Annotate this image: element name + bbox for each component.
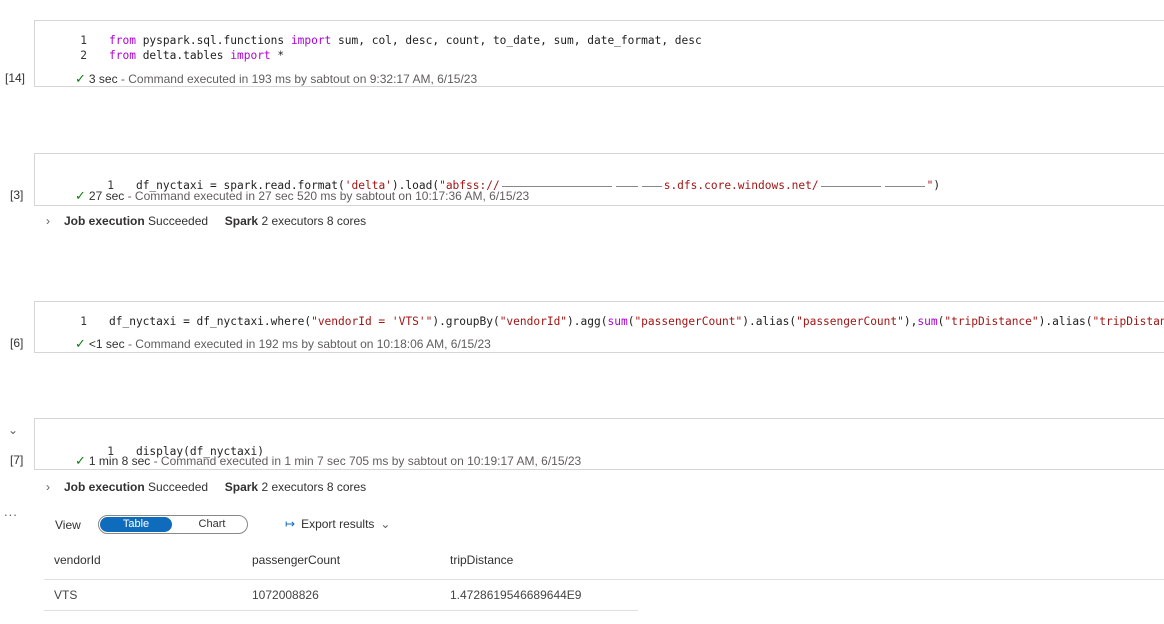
code-token: ),: [903, 315, 918, 328]
execution-count: [14]: [5, 71, 26, 85]
redacted-text: [641, 185, 662, 187]
check-icon: ✓: [75, 188, 86, 203]
cell-status: ✓ 1 min 8 sec - Command executed in 1 min…: [75, 453, 582, 468]
code-cell-3[interactable]: 1 df_nyctaxi = df_nyctaxi.where("vendorId…: [34, 301, 1164, 353]
export-arrow-icon: ↦: [285, 517, 296, 531]
job-execution-row[interactable]: › Job execution Succeeded Spark 2 executo…: [46, 214, 366, 228]
execution-count: [3]: [10, 188, 24, 202]
table-row-divider: [44, 610, 638, 611]
code-token: ).groupBy(: [432, 315, 500, 328]
code-token: ).alias(: [1038, 315, 1093, 328]
code-line[interactable]: 1 df_nyctaxi = df_nyctaxi.where("vendorId…: [73, 315, 1164, 330]
execution-count: [7]: [10, 453, 24, 467]
toggle-chart-button[interactable]: Chart: [179, 517, 245, 532]
table-cell: 1072008826: [252, 588, 319, 602]
chevron-down-icon: ⌄: [380, 517, 391, 531]
redacted-text: [884, 185, 925, 187]
view-toggle[interactable]: Table Chart: [98, 515, 248, 534]
column-header-passengerCount[interactable]: passengerCount: [252, 553, 340, 567]
code-token: import: [290, 34, 339, 47]
column-header-tripDistance[interactable]: tripDistance: [450, 553, 513, 567]
code-token: "passengerCount": [634, 315, 743, 328]
chevron-right-icon[interactable]: ›: [46, 214, 60, 228]
column-header-vendorId[interactable]: vendorId: [54, 553, 101, 567]
redacted-text: [615, 185, 638, 187]
code-token: "vendorId": [499, 315, 568, 328]
code-token: "tripDistance": [944, 315, 1039, 328]
code-line[interactable]: 2 from delta.tables import *: [73, 49, 284, 64]
code-token: from: [109, 49, 143, 62]
line-number: 1: [80, 315, 87, 328]
redacted-text: [501, 185, 612, 187]
line-number: 2: [80, 49, 87, 62]
cell-status: ✓ 3 sec - Command executed in 193 ms by s…: [75, 71, 478, 86]
code-token: pyspark.sql.functions: [142, 34, 291, 47]
check-icon: ✓: [75, 71, 86, 86]
code-cell-2[interactable]: 1 df_nyctaxi = spark.read.format('delta')…: [34, 153, 1164, 206]
line-number: 1: [80, 34, 87, 47]
code-token: *: [277, 49, 285, 62]
execution-count: [6]: [10, 336, 24, 350]
code-token: ).agg(: [567, 315, 608, 328]
check-icon: ✓: [75, 453, 86, 468]
check-icon: ✓: [75, 336, 86, 351]
collapse-chevron-icon[interactable]: ⌄: [8, 423, 18, 437]
export-results-button[interactable]: ↦ Export results ⌄: [285, 517, 390, 531]
code-line[interactable]: 1 from pyspark.sql.functions import sum, …: [73, 34, 702, 49]
code-line[interactable]: 1 display(df_nyctaxi): [73, 432, 264, 458]
code-token: sum: [917, 315, 938, 328]
code-token: "passengerCount": [796, 315, 904, 328]
table-divider: [44, 579, 1164, 580]
code-line[interactable]: 1 df_nyctaxi = spark.read.format('delta')…: [73, 166, 940, 192]
code-token: sum: [607, 315, 628, 328]
job-execution-row[interactable]: › Job execution Succeeded Spark 2 executo…: [46, 480, 366, 494]
more-options-icon[interactable]: ...: [4, 504, 18, 519]
code-token: ).alias(: [742, 315, 797, 328]
cell-status: ✓ 27 sec - Command executed in 27 sec 520…: [75, 188, 530, 203]
chevron-right-icon[interactable]: ›: [46, 480, 60, 494]
code-token: import: [230, 49, 278, 62]
code-cell-4[interactable]: 1 display(df_nyctaxi) ✓ 1 min 8 sec - Comm…: [34, 418, 1164, 470]
code-token: from: [109, 34, 143, 47]
cell-status: ✓ <1 sec - Command executed in 192 ms by …: [75, 336, 491, 351]
toggle-table-button[interactable]: Table: [100, 517, 172, 532]
code-cell-1[interactable]: 1 from pyspark.sql.functions import sum, …: [34, 20, 1164, 87]
code-token: delta.tables: [142, 49, 231, 62]
code-token: sum, col, desc, count, to_date, sum, dat…: [338, 34, 702, 47]
code-token: df_nyctaxi = df_nyctaxi.where(: [109, 315, 312, 328]
table-cell: 1.4728619546689644E9: [450, 588, 582, 602]
table-cell: VTS: [54, 588, 78, 602]
redacted-text: [820, 185, 881, 187]
code-token: "tripDistance": [1092, 315, 1164, 328]
code-token: "vendorId = 'VTS'": [311, 315, 433, 328]
view-label: View: [55, 518, 81, 532]
